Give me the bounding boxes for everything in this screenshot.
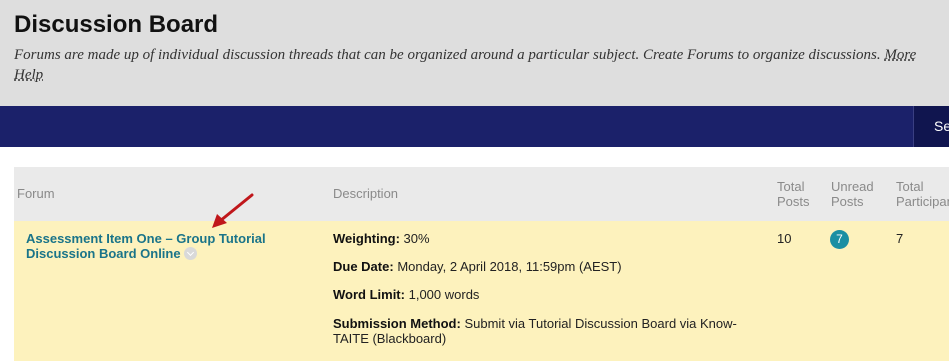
weighting-line: Weighting: 30% [333,231,430,246]
page-description: Forums are made up of individual discuss… [14,47,949,64]
unread-posts-badge[interactable]: 7 [830,230,849,249]
submission-method-label: Submission Method: [333,316,461,331]
weighting-value: 30% [403,231,430,246]
due-date-value: Monday, 2 April 2018, 11:59pm (AEST) [397,259,622,274]
forum-table: Forum Description Total Posts Unread Pos… [14,167,949,361]
table-header: Forum Description Total Posts Unread Pos… [14,167,949,221]
help-link[interactable]: Help [14,67,43,84]
word-limit-value: 1,000 words [408,287,480,302]
chevron-down-icon[interactable] [183,247,197,260]
total-participants-value: 7 [896,231,904,246]
word-limit-label: Word Limit: [333,287,405,302]
due-date-label: Due Date: [333,259,394,274]
due-date-line: Due Date: Monday, 2 April 2018, 11:59pm … [333,259,622,274]
column-header-description: Description [333,186,399,201]
annotation-arrow-icon [212,193,254,228]
search-button[interactable]: Search [913,106,949,147]
column-header-unread-posts[interactable]: Unread Posts [831,179,881,209]
page-header: Discussion Board Forums are made up of i… [0,0,949,106]
page-title: Discussion Board [14,11,219,38]
weighting-label: Weighting: [333,231,400,246]
column-header-total-posts[interactable]: Total Posts [777,179,823,209]
page-description-text: Forums are made up of individual discuss… [14,47,881,63]
word-limit-line: Word Limit: 1,000 words [333,287,479,302]
more-link[interactable]: More [884,47,916,63]
action-bar [0,106,949,147]
column-header-forum[interactable]: Forum [17,186,55,201]
submission-method-line: Submission Method: Submit via Tutorial D… [333,316,743,346]
table-row: Assessment Item One – Group Tutorial Dis… [14,221,949,361]
column-header-total-participants[interactable]: Total Participants [896,179,949,209]
total-posts-value: 10 [777,231,792,246]
